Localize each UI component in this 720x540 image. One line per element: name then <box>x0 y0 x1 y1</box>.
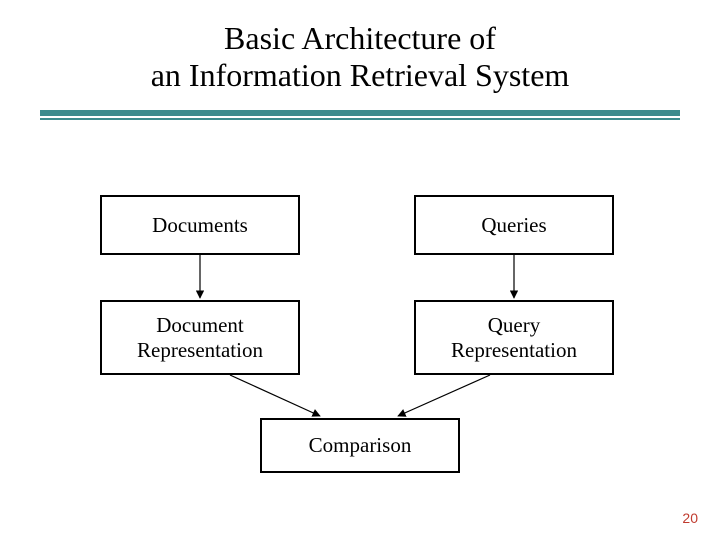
title-line-2: an Information Retrieval System <box>151 57 570 93</box>
rule-thick <box>40 110 680 116</box>
node-query-representation: Query Representation <box>414 300 614 375</box>
rule-thin <box>40 118 680 120</box>
node-documents-label: Documents <box>152 213 248 237</box>
arrow-docrep-to-comparison <box>230 375 320 416</box>
node-comparison: Comparison <box>260 418 460 473</box>
title-underline <box>40 110 680 120</box>
node-queries: Queries <box>414 195 614 255</box>
slide-title: Basic Architecture of an Information Ret… <box>0 20 720 94</box>
slide: Basic Architecture of an Information Ret… <box>0 0 720 540</box>
page-number: 20 <box>682 510 698 526</box>
title-line-1: Basic Architecture of <box>224 20 496 56</box>
node-query-representation-label: Query Representation <box>451 313 577 361</box>
node-document-representation-label: Document Representation <box>137 313 263 361</box>
node-document-representation: Document Representation <box>100 300 300 375</box>
node-queries-label: Queries <box>481 213 546 237</box>
node-documents: Documents <box>100 195 300 255</box>
node-comparison-label: Comparison <box>309 433 412 457</box>
arrow-qryrep-to-comparison <box>398 375 490 416</box>
